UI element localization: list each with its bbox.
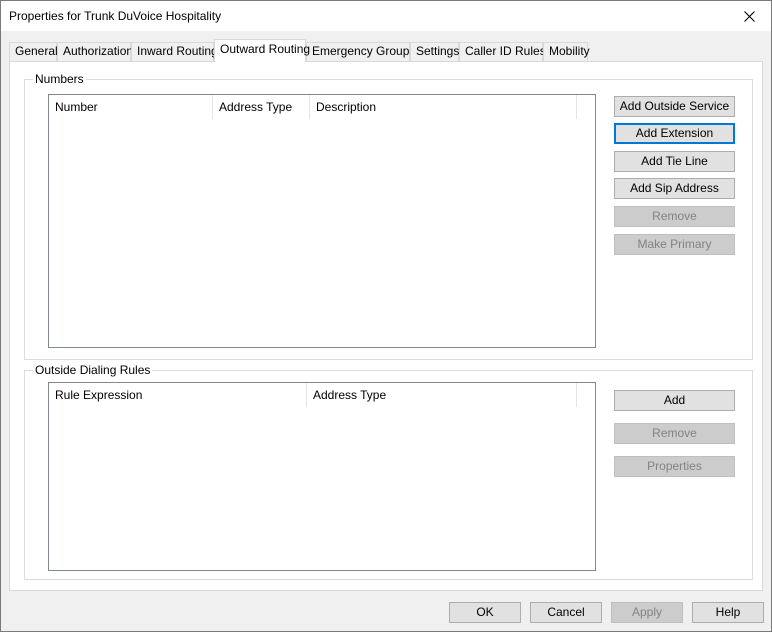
rule-properties-button[interactable]: Properties — [614, 456, 735, 477]
remove-rule-button[interactable]: Remove — [614, 423, 735, 444]
numbers-group-label: Numbers — [33, 72, 86, 86]
dialing-rules-group: Outside Dialing Rules Rule Expression Ad… — [24, 363, 753, 580]
column-header-description[interactable]: Description — [310, 95, 577, 119]
dialing-rules-list-header: Rule Expression Address Type — [49, 383, 595, 407]
cancel-button[interactable]: Cancel — [530, 602, 602, 623]
title-bar: Properties for Trunk DuVoice Hospitality — [1, 1, 771, 31]
add-rule-button[interactable]: Add — [614, 390, 735, 411]
properties-dialog: Properties for Trunk DuVoice Hospitality… — [0, 0, 772, 632]
numbers-list-header: Number Address Type Description — [49, 95, 595, 119]
close-icon — [743, 10, 755, 22]
column-header-rule-address-type[interactable]: Address Type — [307, 383, 577, 407]
column-header-rule-expression[interactable]: Rule Expression — [49, 383, 307, 407]
help-button[interactable]: Help — [692, 602, 764, 623]
tab-caller-id-rules[interactable]: Caller ID Rules — [459, 42, 546, 61]
dialing-rules-list[interactable]: Rule Expression Address Type — [48, 382, 596, 571]
close-button[interactable] — [727, 1, 771, 31]
apply-button[interactable]: Apply — [611, 602, 683, 623]
column-header-number[interactable]: Number — [49, 95, 213, 119]
add-sip-address-button[interactable]: Add Sip Address — [614, 178, 735, 199]
window-title: Properties for Trunk DuVoice Hospitality — [9, 9, 222, 23]
tab-settings[interactable]: Settings — [410, 42, 459, 61]
add-extension-button[interactable]: Add Extension — [614, 123, 735, 144]
outward-routing-panel: Numbers Number Address Type Description … — [9, 61, 763, 591]
tab-mobility[interactable]: Mobility — [543, 42, 590, 61]
ok-button[interactable]: OK — [449, 602, 521, 623]
numbers-list[interactable]: Number Address Type Description — [48, 94, 596, 348]
tab-inward-routing[interactable]: Inward Routing — [131, 42, 218, 61]
tab-emergency-groups[interactable]: Emergency Groups — [306, 42, 415, 61]
numbers-group: Numbers Number Address Type Description … — [24, 72, 753, 360]
remove-number-button[interactable]: Remove — [614, 206, 735, 227]
add-outside-service-button[interactable]: Add Outside Service — [614, 96, 735, 117]
add-tie-line-button[interactable]: Add Tie Line — [614, 151, 735, 172]
column-header-address-type[interactable]: Address Type — [213, 95, 310, 119]
dialing-rules-group-label: Outside Dialing Rules — [33, 363, 153, 377]
tab-outward-routing[interactable]: Outward Routing — [214, 39, 310, 62]
tab-authorization[interactable]: Authorization — [57, 42, 133, 61]
make-primary-button[interactable]: Make Primary — [614, 234, 735, 255]
tab-general[interactable]: General — [9, 42, 58, 61]
